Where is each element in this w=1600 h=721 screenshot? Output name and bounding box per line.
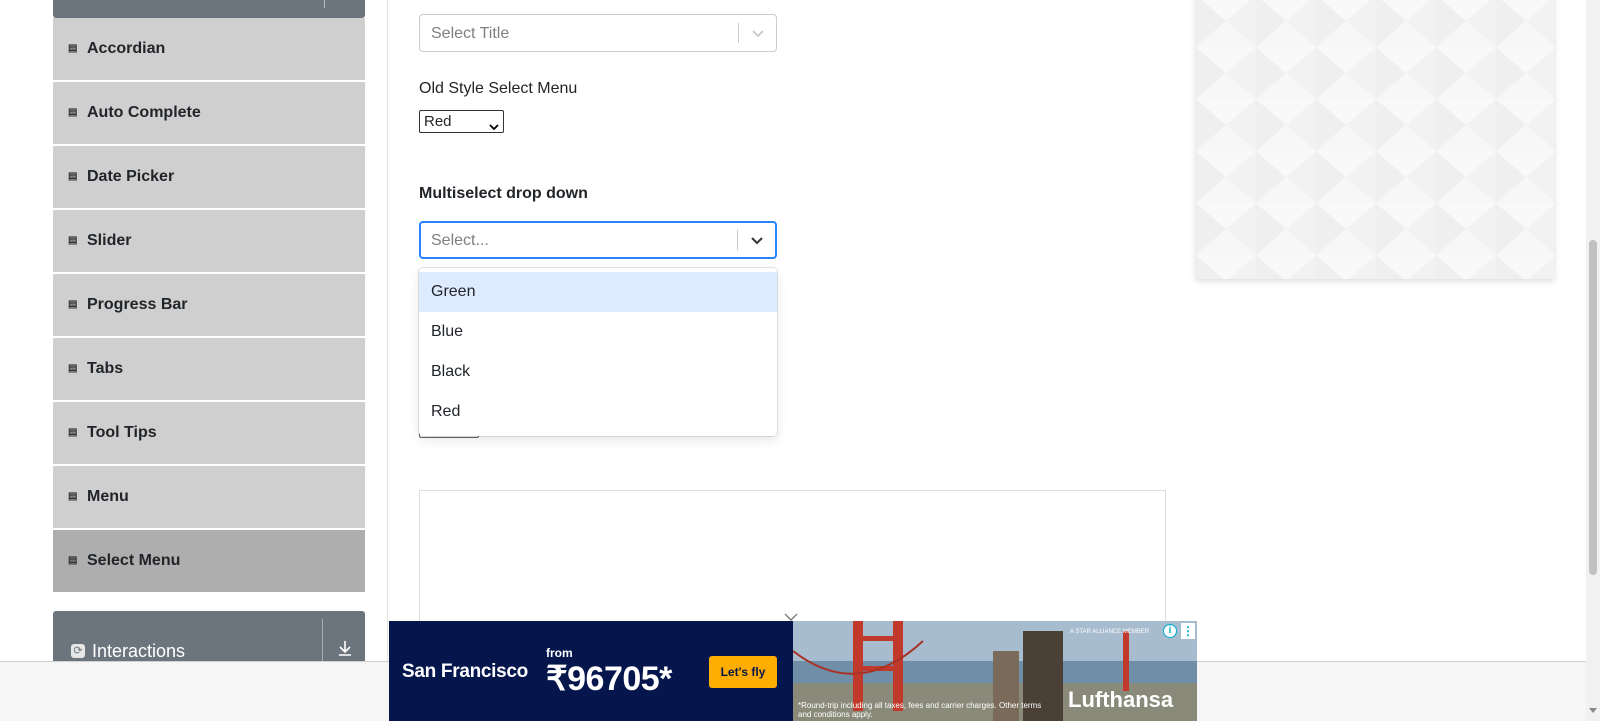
multiselect-placeholder: Select...: [431, 232, 489, 249]
sidebar-item-label: Date Picker: [87, 168, 175, 185]
sidebar-item-label: Progress Bar: [87, 296, 188, 313]
select-title-dropdown[interactable]: Select Title: [419, 14, 777, 52]
ad-banner[interactable]: San Francisco from ₹96705* Let's fly A S…: [389, 621, 1197, 721]
select-title-placeholder: Select Title: [431, 25, 510, 42]
scroll-down-arrow-icon[interactable]: [1589, 708, 1597, 713]
ad-brand: Lufthansa: [1068, 687, 1174, 712]
sidebar-item-tabs[interactable]: ▤ Tabs: [53, 338, 365, 402]
ad-placeholder-frame: [419, 490, 1166, 630]
sidebar-item-tool-tips[interactable]: ▤ Tool Tips: [53, 402, 365, 466]
sidebar-item-select-menu[interactable]: ▤ Select Menu: [53, 530, 365, 594]
sidebar-item-auto-complete[interactable]: ▤ Auto Complete: [53, 82, 365, 146]
chevron-down-icon: [489, 117, 499, 131]
sidebar-item-date-picker[interactable]: ▤ Date Picker: [53, 146, 365, 210]
decorative-pattern-panel: [1196, 0, 1554, 279]
chevron-down-icon[interactable]: [747, 230, 767, 250]
chevron-down-icon[interactable]: [748, 23, 768, 43]
sidebar-item-progress-bar[interactable]: ▤ Progress Bar: [53, 274, 365, 338]
sidebar-item-accordian[interactable]: ▤ Accordian: [53, 18, 365, 82]
chevron-down-icon[interactable]: [784, 609, 798, 621]
header-separator: [324, 0, 325, 8]
download-arrow-icon: [335, 639, 355, 659]
ad-more-icon[interactable]: ⋮: [1181, 623, 1195, 639]
option-red[interactable]: Red: [419, 392, 777, 432]
multiselect-options-menu: Green Blue Black Red: [419, 268, 777, 436]
ad-offer-panel: San Francisco from ₹96705* Let's fly: [389, 621, 793, 721]
sidebar-item-label: Slider: [87, 232, 132, 249]
group-label: Interactions: [92, 641, 186, 661]
html5-icon: ▤: [68, 299, 78, 310]
multiselect-label: Multiselect drop down: [419, 185, 588, 202]
widgets-group-header[interactable]: [53, 0, 365, 18]
ad-price: ₹96705*: [546, 660, 672, 698]
html5-icon: ▤: [68, 235, 78, 246]
html5-icon: ▤: [68, 427, 78, 438]
old-style-select[interactable]: Red: [419, 110, 504, 133]
left-sidebar: ▤ Accordian ▤ Auto Complete ▤ Date Picker ▤…: [0, 0, 388, 721]
refresh-icon: ⟳: [71, 644, 85, 658]
html5-icon: ▤: [68, 555, 78, 566]
ad-cta-button[interactable]: Let's fly: [709, 656, 777, 688]
html5-icon: ▤: [68, 491, 78, 502]
scrollbar-thumb[interactable]: [1589, 240, 1597, 575]
multiselect-dropdown[interactable]: Select...: [419, 221, 777, 259]
sidebar-item-label: Auto Complete: [87, 104, 201, 121]
sidebar-item-menu[interactable]: ▤ Menu: [53, 466, 365, 530]
old-style-select-value: Red: [424, 113, 452, 130]
sidebar-item-label: Tool Tips: [87, 424, 157, 441]
sidebar-item-slider[interactable]: ▤ Slider: [53, 210, 365, 274]
ad-fineprint: *Round-trip including all taxes, fees an…: [798, 701, 1042, 719]
ad-alliance: A STAR ALLIANCE MEMBER: [1070, 629, 1150, 635]
html5-icon: ▤: [68, 363, 78, 374]
ad-photo-panel: A STAR ALLIANCE MEMBER *Round-trip inclu…: [793, 621, 1197, 721]
option-blue[interactable]: Blue: [419, 312, 777, 352]
sidebar-item-label: Accordian: [87, 40, 166, 57]
page: ▤ Accordian ▤ Auto Complete ▤ Date Picker ▤…: [0, 0, 1600, 721]
sidebar-item-label: Tabs: [87, 360, 124, 377]
ad-from: from: [546, 646, 573, 660]
page-scrollbar[interactable]: [1586, 0, 1600, 721]
option-black[interactable]: Black: [419, 352, 777, 392]
indicator-separator: [738, 23, 739, 43]
html5-icon: ▤: [68, 171, 78, 182]
ad-city: San Francisco: [402, 661, 528, 682]
html5-icon: ▤: [68, 107, 78, 118]
option-green[interactable]: Green: [419, 272, 777, 312]
old-style-select-label: Old Style Select Menu: [419, 80, 578, 97]
sidebar-item-label: Select Menu: [87, 552, 181, 569]
html5-icon: ▤: [68, 43, 78, 54]
sidebar-item-label: Menu: [87, 488, 129, 505]
indicator-separator: [737, 230, 738, 250]
ad-info-icon[interactable]: i: [1163, 624, 1177, 638]
widgets-menu-list: ▤ Accordian ▤ Auto Complete ▤ Date Picker ▤…: [53, 18, 365, 594]
